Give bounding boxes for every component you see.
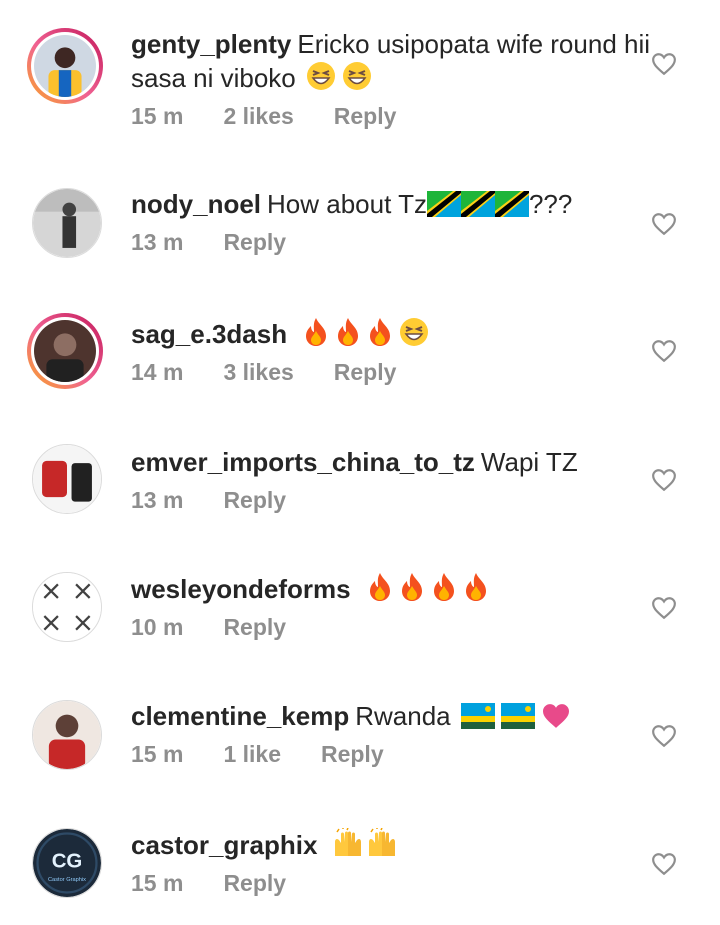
username[interactable]: genty_plenty <box>131 29 291 59</box>
comment-message: Wapi TZ <box>480 447 578 477</box>
username[interactable]: nody_noel <box>131 189 261 219</box>
flag-rwanda-icon <box>500 703 535 729</box>
like-heart-icon[interactable] <box>651 596 677 620</box>
timestamp: 15 m <box>131 870 184 896</box>
flag-tanzania-icon <box>494 191 529 217</box>
avatar-photo <box>33 701 101 769</box>
avatar-photo <box>34 35 96 97</box>
like-heart-icon[interactable] <box>651 52 677 76</box>
avatar[interactable]: CG Castor Graphix <box>32 828 102 898</box>
comment-text: genty_plenty Ericko usipopata wife round … <box>131 28 651 95</box>
comment-meta: 13 m Reply <box>131 487 651 514</box>
like-heart-icon[interactable] <box>651 339 677 363</box>
grinning-squinting-face-icon <box>400 318 429 346</box>
comment-meta: 15 m 2 likes Reply <box>131 103 651 130</box>
comment-message: Rwanda <box>355 701 451 731</box>
comment-meta: 14 m 3 likes Reply <box>131 359 651 386</box>
grinning-squinting-face-icon <box>307 62 335 90</box>
like-heart-icon[interactable] <box>651 468 677 492</box>
avatar[interactable] <box>32 572 102 642</box>
comment-meta: 10 m Reply <box>131 614 651 641</box>
flag-tanzania-icon <box>426 191 461 217</box>
comment-suffix: ??? <box>528 189 573 219</box>
avatar[interactable] <box>27 28 103 104</box>
reply-button[interactable]: Reply <box>223 870 286 897</box>
avatar-logo-text: CG <box>52 851 83 873</box>
reply-button[interactable]: Reply <box>334 359 397 386</box>
fire-icon <box>370 318 391 346</box>
fire-icon <box>433 573 454 601</box>
comment-text: emver_imports_china_to_tz Wapi TZ <box>131 446 651 479</box>
comment-meta: 13 m Reply <box>131 229 651 256</box>
like-heart-icon[interactable] <box>651 212 677 236</box>
fire-icon <box>465 573 486 601</box>
comment-meta: 15 m Reply <box>131 870 651 897</box>
grinning-squinting-face-icon <box>343 62 371 90</box>
fire-icon <box>306 318 327 346</box>
comment-text: castor_graphix <box>131 828 651 862</box>
flag-tanzania-icon <box>460 191 495 217</box>
like-heart-icon[interactable] <box>651 852 677 876</box>
like-heart-icon[interactable] <box>651 724 677 748</box>
avatar-logo-caption: Castor Graphix <box>48 877 86 883</box>
comment-text: wesleyondeforms <box>131 572 651 606</box>
avatar[interactable] <box>32 188 102 258</box>
reply-button[interactable]: Reply <box>223 614 286 641</box>
flag-rwanda-icon <box>460 703 495 729</box>
username[interactable]: emver_imports_china_to_tz <box>131 447 475 477</box>
comment-text: sag_e.3dash <box>131 317 651 351</box>
likes-count[interactable]: 2 likes <box>223 103 293 130</box>
comment-text: clementine_kemp Rwanda <box>131 700 651 733</box>
timestamp: 13 m <box>131 487 184 513</box>
reply-button[interactable]: Reply <box>321 741 384 768</box>
comment-meta: 15 m 1 like Reply <box>131 741 651 768</box>
comment-text: nody_noel How about Tz??? <box>131 188 651 221</box>
username[interactable]: wesleyondeforms <box>131 574 351 604</box>
raising-hands-icon <box>334 828 361 856</box>
timestamp: 13 m <box>131 229 184 255</box>
reply-button[interactable]: Reply <box>223 487 286 514</box>
timestamp: 10 m <box>131 614 184 640</box>
comment-message: How about Tz <box>267 189 427 219</box>
avatar[interactable] <box>27 313 103 389</box>
timestamp: 15 m <box>131 741 184 767</box>
reply-button[interactable]: Reply <box>334 103 397 130</box>
fire-icon <box>401 573 422 601</box>
likes-count[interactable]: 1 like <box>223 741 281 768</box>
avatar-photo <box>33 189 101 257</box>
raising-hands-icon <box>368 828 395 856</box>
avatar-photo <box>33 573 101 641</box>
avatar-logo: CG Castor Graphix <box>33 829 101 897</box>
avatar[interactable] <box>32 700 102 770</box>
username[interactable]: castor_graphix <box>131 830 317 860</box>
timestamp: 14 m <box>131 359 184 385</box>
avatar[interactable] <box>32 444 102 514</box>
reply-button[interactable]: Reply <box>223 229 286 256</box>
username[interactable]: sag_e.3dash <box>131 319 287 349</box>
timestamp: 15 m <box>131 103 184 129</box>
avatar-photo <box>33 445 101 513</box>
avatar-photo <box>34 320 96 382</box>
username[interactable]: clementine_kemp <box>131 701 349 731</box>
fire-icon <box>338 318 359 346</box>
fire-icon <box>369 573 390 601</box>
likes-count[interactable]: 3 likes <box>223 359 293 386</box>
pink-heart-icon <box>542 704 569 728</box>
